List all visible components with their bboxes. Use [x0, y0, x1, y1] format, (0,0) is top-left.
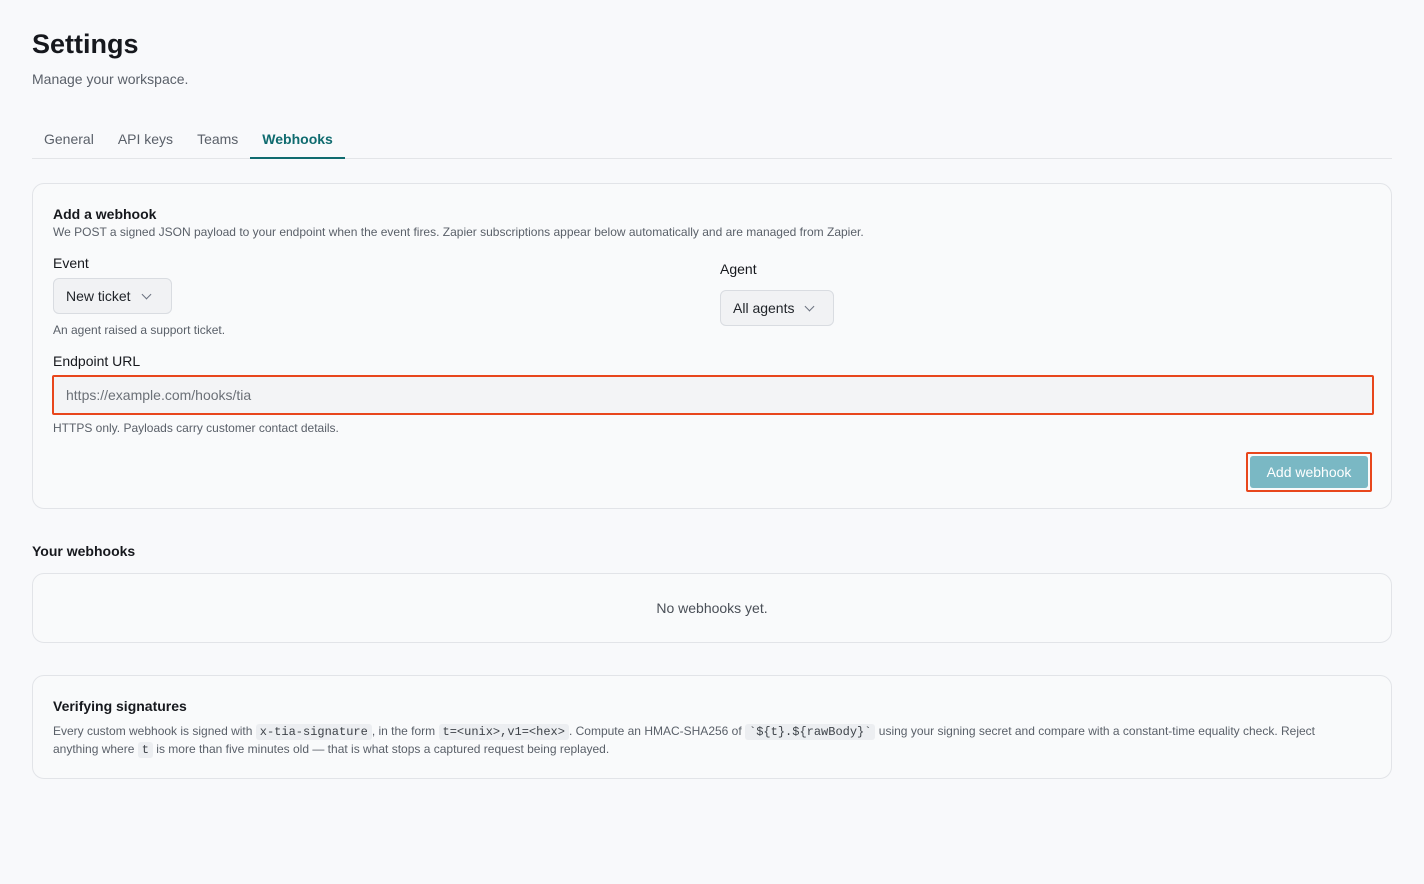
timestamp-code: t: [137, 742, 153, 758]
event-hint: An agent raised a support ticket.: [53, 323, 226, 337]
page-subtitle: Manage your workspace.: [32, 71, 189, 87]
event-label: Event: [53, 255, 89, 271]
add-webhook-description: We POST a signed JSON payload to your en…: [53, 225, 864, 239]
settings-tabs: General API keys Teams Webhooks: [32, 120, 1392, 159]
endpoint-url-label: Endpoint URL: [53, 353, 141, 369]
add-webhook-heading: Add a webhook: [53, 206, 157, 222]
verifying-signatures-text: Every custom webhook is signed with x-ti…: [53, 723, 1363, 759]
event-selected-value: New ticket: [66, 288, 131, 304]
verifying-signatures-card: Verifying signatures Every custom webhoo…: [32, 675, 1392, 779]
verify-text-part: . Compute an HMAC-SHA256 of: [568, 724, 742, 738]
endpoint-url-hint: HTTPS only. Payloads carry customer cont…: [53, 421, 339, 435]
page-title: Settings: [32, 29, 139, 59]
signature-format-code: t=<unix>,v1=<hex>: [438, 724, 569, 740]
add-webhook-card: Add a webhook We POST a signed JSON payl…: [32, 183, 1392, 509]
chevron-down-icon: [805, 301, 815, 311]
signature-header-code: x-tia-signature: [255, 724, 372, 740]
verify-text-part: Every custom webhook is signed with: [53, 724, 253, 738]
webhooks-list: No webhooks yet.: [32, 573, 1392, 643]
tab-general[interactable]: General: [32, 120, 106, 159]
agent-select[interactable]: All agents: [720, 290, 834, 326]
verify-text-part: , in the form: [371, 724, 436, 738]
verify-text-part: is more than five minutes old — that is …: [156, 742, 610, 756]
agent-selected-value: All agents: [733, 300, 795, 316]
chevron-down-icon: [141, 289, 152, 299]
event-select[interactable]: New ticket: [53, 278, 172, 314]
tab-webhooks[interactable]: Webhooks: [250, 120, 345, 159]
tab-teams[interactable]: Teams: [185, 120, 250, 159]
add-webhook-button-highlight: Add webhook: [1246, 452, 1372, 492]
verifying-signatures-heading: Verifying signatures: [53, 698, 187, 714]
add-webhook-button[interactable]: Add webhook: [1250, 456, 1368, 488]
tab-api-keys[interactable]: API keys: [106, 120, 185, 159]
hmac-input-code: `${t}.${rawBody}`: [745, 724, 876, 740]
your-webhooks-title: Your webhooks: [32, 543, 136, 559]
empty-state-text: No webhooks yet.: [656, 600, 768, 616]
agent-label: Agent: [720, 261, 757, 277]
endpoint-url-input[interactable]: [52, 375, 1374, 415]
